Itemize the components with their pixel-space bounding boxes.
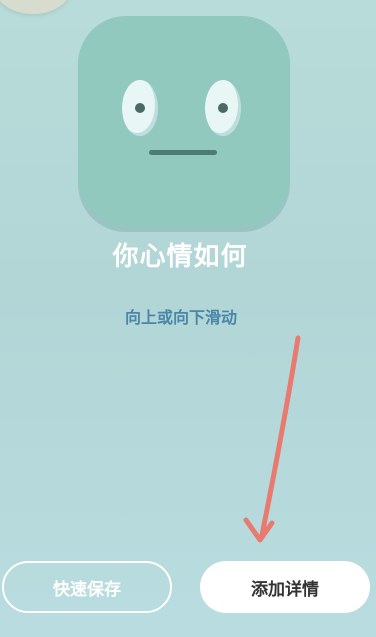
left-eye <box>122 80 158 136</box>
mood-question-title: 你心情如何 <box>112 242 248 272</box>
swipe-hint: 向上或向下滑动 <box>124 308 237 327</box>
left-pupil <box>135 103 145 113</box>
add-details-button[interactable]: 添加详情 <box>200 561 370 613</box>
avatar[interactable] <box>0 0 72 14</box>
right-pupil <box>218 103 228 113</box>
quick-save-button[interactable]: 快速保存 <box>2 561 172 613</box>
neutral-face-icon[interactable] <box>78 16 290 226</box>
neutral-mouth <box>149 150 217 155</box>
right-eye <box>205 80 241 136</box>
